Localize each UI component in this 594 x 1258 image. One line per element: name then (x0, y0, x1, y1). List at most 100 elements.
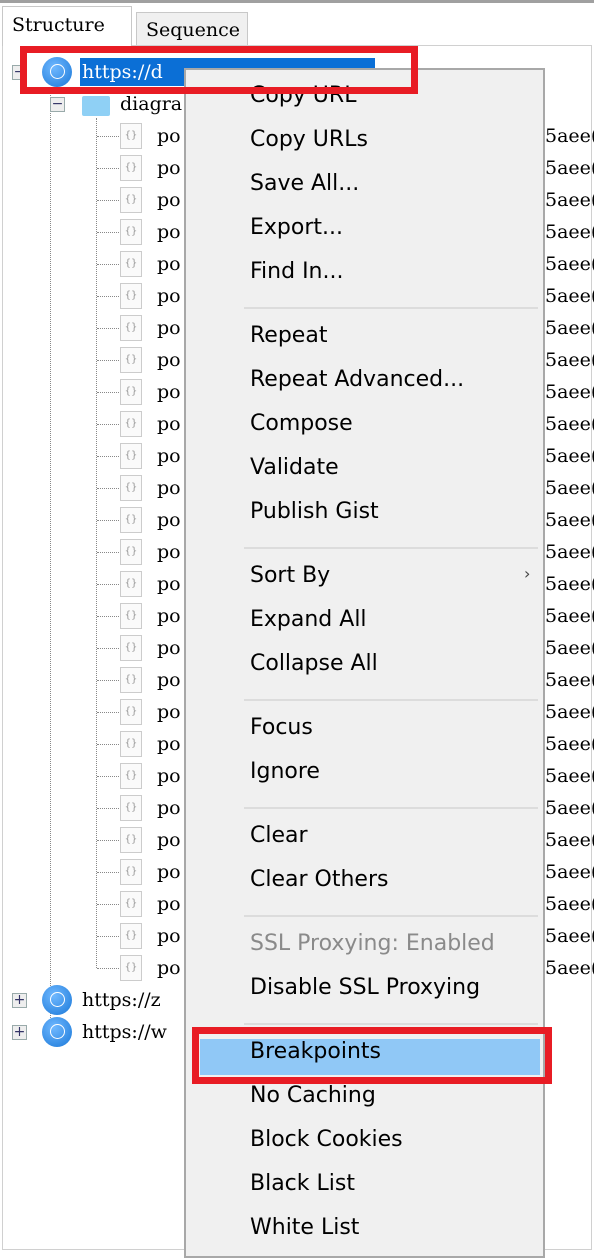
tree-file-row-suffix: 5aee( (545, 573, 594, 595)
json-file-icon: {} (120, 891, 142, 917)
menu-item-focus[interactable]: Focus (250, 708, 313, 748)
tab-structure[interactable]: Structure (2, 6, 132, 46)
tree-file-row[interactable]: po (157, 633, 181, 663)
json-file-icon: {} (120, 539, 142, 565)
tree-file-row-suffix: 5aee( (545, 957, 594, 979)
tab-sequence[interactable]: Sequence (136, 12, 248, 46)
tree-file-row-suffix: 5aee( (545, 157, 594, 179)
json-file-icon: {} (120, 635, 142, 661)
menu-item-publish-gist[interactable]: Publish Gist (250, 492, 379, 532)
tree-file-row-suffix: 5aee( (545, 669, 594, 691)
tree-file-row-suffix: 5aee( (545, 317, 594, 339)
tree-file-row[interactable]: po (157, 153, 181, 183)
collapse-toggle[interactable]: − (50, 97, 65, 112)
tree-file-row-suffix: 5aee( (545, 349, 594, 371)
tree-file-row[interactable]: po (157, 345, 181, 375)
json-file-icon: {} (120, 219, 142, 245)
tree-file-row[interactable]: po (157, 217, 181, 247)
tree-file-row[interactable]: po (157, 569, 181, 599)
tree-file-row-suffix: 5aee( (545, 829, 594, 851)
tree-branch-line (97, 392, 119, 393)
menu-item-block-cookies[interactable]: Block Cookies (250, 1120, 403, 1160)
tree-file-row-suffix: 5aee( (545, 189, 594, 211)
tree-file-row-suffix: 5aee( (545, 541, 594, 563)
menu-item-white-list[interactable]: White List (250, 1208, 359, 1248)
tree-file-row[interactable]: po (157, 441, 181, 471)
tree-file-row[interactable]: po (157, 505, 181, 535)
tree-file-row[interactable]: po (157, 921, 181, 951)
menu-item-clear-others[interactable]: Clear Others (250, 860, 388, 900)
tree-branch-line (97, 456, 119, 457)
tree-host-row[interactable]: https://z (82, 985, 161, 1015)
menu-item-export[interactable]: Export... (250, 208, 343, 248)
tree-branch-line (97, 360, 119, 361)
menu-item-find-in[interactable]: Find In... (250, 252, 343, 292)
tree-file-row[interactable]: po (157, 473, 181, 503)
json-file-icon: {} (120, 411, 142, 437)
tree-branch-line (97, 904, 119, 905)
tree-file-row[interactable]: po (157, 761, 181, 791)
menu-item-clear[interactable]: Clear (250, 816, 308, 856)
json-file-icon: {} (120, 955, 142, 981)
tree-file-row[interactable]: po (157, 697, 181, 727)
tree-file-row[interactable]: po (157, 121, 181, 151)
expand-toggle[interactable]: + (12, 1025, 27, 1040)
tree-file-row[interactable]: po (157, 601, 181, 631)
tree-file-row[interactable]: po (157, 953, 181, 983)
tree-file-row[interactable]: po (157, 409, 181, 439)
tree-file-row-suffix: 5aee( (545, 733, 594, 755)
json-file-icon: {} (120, 283, 142, 309)
menu-item-compose[interactable]: Compose (250, 404, 353, 444)
tree-file-row[interactable]: po (157, 281, 181, 311)
tree-file-row[interactable]: po (157, 793, 181, 823)
json-file-icon: {} (120, 603, 142, 629)
tree-file-row[interactable]: po (157, 185, 181, 215)
tree-file-row-suffix: 5aee( (545, 861, 594, 883)
menu-separator (244, 1023, 538, 1025)
menu-item-repeat[interactable]: Repeat (250, 316, 327, 356)
folder-icon (82, 96, 110, 116)
menu-item-validate[interactable]: Validate (250, 448, 339, 488)
json-file-icon: {} (120, 667, 142, 693)
menu-item-save-all[interactable]: Save All... (250, 164, 359, 204)
menu-separator (244, 699, 538, 701)
json-file-icon: {} (120, 123, 142, 149)
tree-file-row[interactable]: po (157, 313, 181, 343)
menu-separator (244, 807, 538, 809)
tree-file-row[interactable]: po (157, 537, 181, 567)
menu-item-black-list[interactable]: Black List (250, 1164, 355, 1204)
tree-branch-line (97, 520, 119, 521)
tree-host-row[interactable]: https://w (82, 1017, 167, 1047)
expand-toggle[interactable]: + (12, 993, 27, 1008)
menu-separator (244, 547, 538, 549)
tree-branch-line (97, 200, 119, 201)
tree-file-row[interactable]: po (157, 377, 181, 407)
tree-file-row-suffix: 5aee( (545, 765, 594, 787)
menu-item-ignore[interactable]: Ignore (250, 752, 320, 792)
json-file-icon: {} (120, 187, 142, 213)
tree-branch-line (97, 232, 119, 233)
tree-file-row[interactable]: po (157, 665, 181, 695)
tree-file-row[interactable]: po (157, 249, 181, 279)
menu-item-disable-ssl-proxying[interactable]: Disable SSL Proxying (250, 968, 480, 1008)
tree-file-row-suffix: 5aee( (545, 925, 594, 947)
menu-item-repeat-advanced[interactable]: Repeat Advanced... (250, 360, 464, 400)
json-file-icon: {} (120, 315, 142, 341)
tree-branch-line (97, 168, 119, 169)
tree-file-row[interactable]: po (157, 825, 181, 855)
menu-item-expand-all[interactable]: Expand All (250, 600, 367, 640)
tree-file-row-suffix: 5aee( (545, 445, 594, 467)
json-file-icon: {} (120, 507, 142, 533)
tree-file-row-suffix: 5aee( (545, 605, 594, 627)
json-file-icon: {} (120, 731, 142, 757)
tree-file-row[interactable]: po (157, 729, 181, 759)
menu-item-sort-by[interactable]: Sort By (250, 556, 330, 596)
json-file-icon: {} (120, 155, 142, 181)
tree-file-row[interactable]: po (157, 889, 181, 919)
menu-item-collapse-all[interactable]: Collapse All (250, 644, 378, 684)
tree-file-row-suffix: 5aee( (545, 701, 594, 723)
json-file-icon: {} (120, 827, 142, 853)
json-file-icon: {} (120, 475, 142, 501)
tree-file-row[interactable]: po (157, 857, 181, 887)
menu-item-copy-urls[interactable]: Copy URLs (250, 120, 368, 160)
